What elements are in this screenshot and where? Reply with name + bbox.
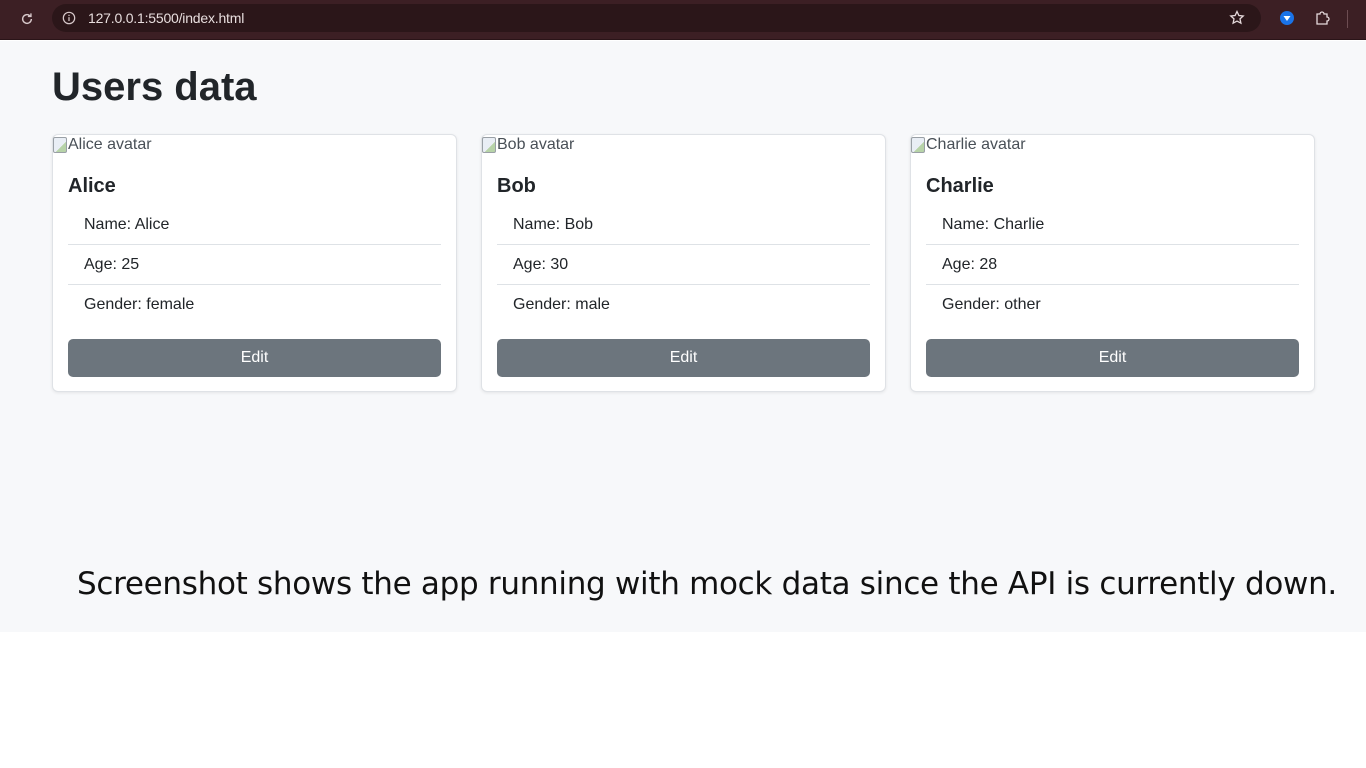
- age-item: Age: 25: [68, 245, 441, 285]
- avatar: Charlie avatar: [911, 136, 1026, 154]
- card-title: Alice: [68, 175, 116, 197]
- toolbar-divider: [1347, 10, 1348, 28]
- broken-image-icon: [911, 137, 925, 153]
- card-title: Charlie: [926, 175, 994, 197]
- name-item: Name: Bob: [497, 205, 870, 245]
- gender-item: Gender: male: [513, 296, 610, 313]
- puzzle-icon[interactable]: [1312, 8, 1332, 28]
- broken-image-icon: [53, 137, 67, 153]
- bookmark-star-icon[interactable]: [1227, 8, 1247, 28]
- avatar-alt-text: Charlie avatar: [926, 136, 1026, 153]
- age-item: Age: 28: [926, 245, 1299, 285]
- avatar-alt-text: Alice avatar: [68, 136, 152, 153]
- user-card: Bob avatar Bob Name: Bob Age: 30 Gender:…: [481, 134, 886, 392]
- info-icon[interactable]: [60, 9, 78, 27]
- user-card: Alice avatar Alice Name: Alice Age: 25 G…: [52, 134, 457, 392]
- edit-button[interactable]: Edit: [68, 339, 441, 377]
- card-title: Bob: [497, 175, 536, 197]
- avatar: Alice avatar: [53, 136, 152, 154]
- attribute-list: Name: Charlie Age: 28 Gender: other: [926, 205, 1299, 325]
- browser-toolbar: 127.0.0.1:5500/index.html: [0, 0, 1366, 40]
- edit-button[interactable]: Edit: [497, 339, 870, 377]
- extension-icon[interactable]: [1277, 8, 1297, 28]
- attribute-list: Name: Bob Age: 30 Gender: male: [497, 205, 870, 325]
- user-card: Charlie avatar Charlie Name: Charlie Age…: [910, 134, 1315, 392]
- reload-icon[interactable]: [16, 8, 38, 30]
- name-item: Name: Charlie: [926, 205, 1299, 245]
- edit-button[interactable]: Edit: [926, 339, 1299, 377]
- avatar: Bob avatar: [482, 136, 574, 154]
- caption: Screenshot shows the app running with mo…: [77, 566, 1337, 602]
- page-content: Users data Alice avatar Alice Name: Alic…: [0, 41, 1366, 632]
- gender-item: Gender: female: [84, 296, 195, 313]
- address-bar[interactable]: 127.0.0.1:5500/index.html: [52, 4, 1261, 32]
- gender-item: Gender: other: [942, 296, 1041, 313]
- avatar-alt-text: Bob avatar: [497, 136, 575, 153]
- name-item: Name: Alice: [68, 205, 441, 245]
- page-title: Users data: [52, 65, 257, 109]
- url-text: 127.0.0.1:5500/index.html: [88, 10, 245, 26]
- attribute-list: Name: Alice Age: 25 Gender: female: [68, 205, 441, 325]
- broken-image-icon: [482, 137, 496, 153]
- age-item: Age: 30: [497, 245, 870, 285]
- user-cards: Alice avatar Alice Name: Alice Age: 25 G…: [52, 134, 1315, 392]
